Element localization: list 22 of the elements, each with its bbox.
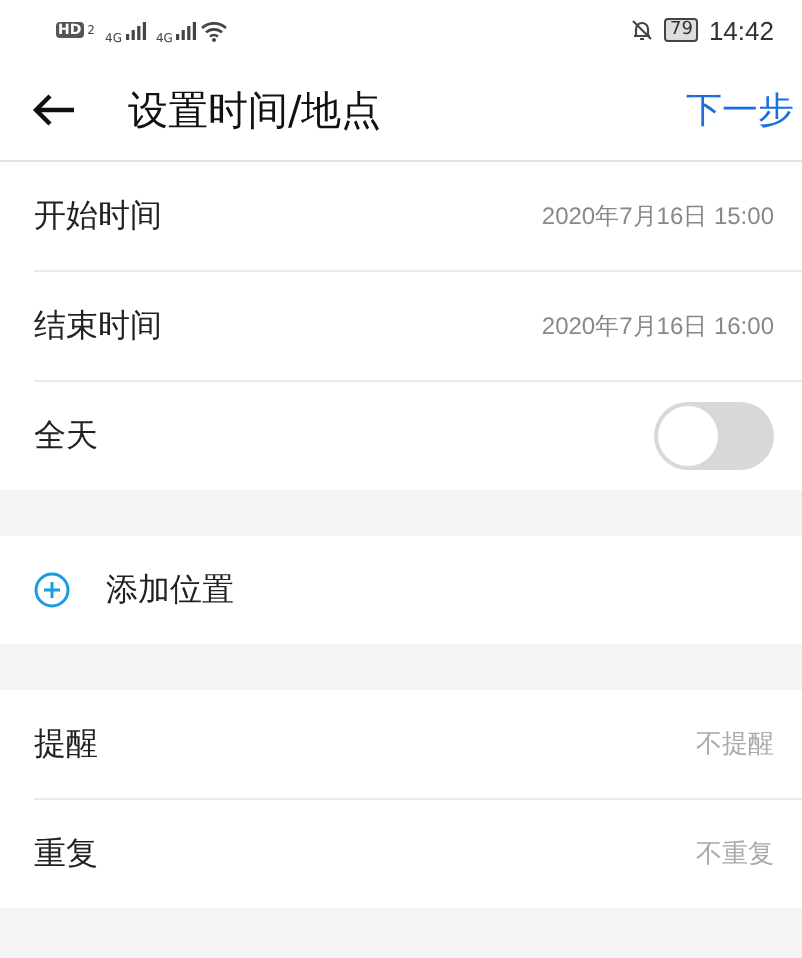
row-label: 结束时间 xyxy=(34,305,162,347)
toggle-switch[interactable] xyxy=(654,402,774,470)
clock-time: 14:42 xyxy=(708,15,774,45)
bell-off-icon xyxy=(630,18,654,42)
add-circle-icon xyxy=(34,572,70,608)
row-value[interactable]: 不重复 xyxy=(696,836,774,872)
add-location-button[interactable]: 添加位置 xyxy=(106,569,234,611)
row-value[interactable]: 2020年7月16日 15:00 xyxy=(541,199,774,233)
signal-icon xyxy=(176,21,197,39)
signal-icon xyxy=(125,21,146,39)
row-value[interactable]: 2020年7月16日 16:00 xyxy=(541,309,774,343)
next-step-button[interactable]: 下一步 xyxy=(686,86,794,134)
page-title: 设置时间/地点 xyxy=(128,83,384,137)
row-label: 全天 xyxy=(34,415,98,457)
row-value[interactable]: 不提醒 xyxy=(696,726,774,762)
battery-level: 79 xyxy=(664,18,699,42)
back-arrow-icon xyxy=(32,94,76,126)
back-button[interactable] xyxy=(28,90,80,130)
row-label: 重复 xyxy=(34,833,98,875)
row-label: 提醒 xyxy=(34,723,98,765)
row-label: 开始时间 xyxy=(34,195,162,237)
wifi-icon xyxy=(200,19,229,41)
